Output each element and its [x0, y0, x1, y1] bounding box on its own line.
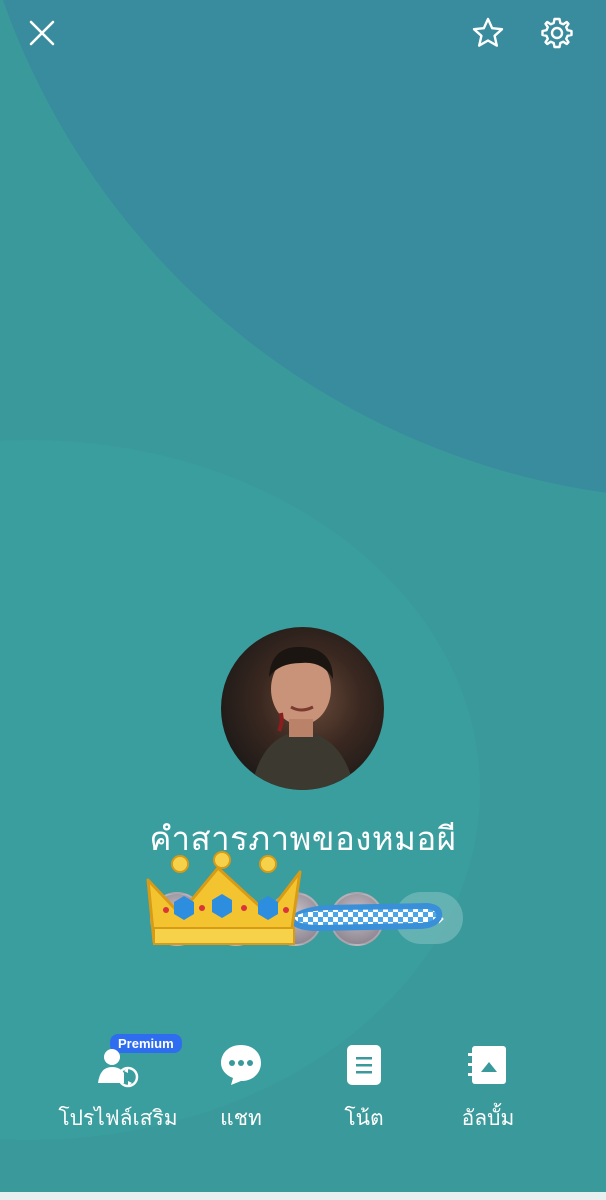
profile-background [0, 0, 606, 1200]
note-label: โน้ต [344, 1106, 384, 1130]
bottom-action-bar: โปรไฟล์เสริม แชท โน้ต อัลบั้ม [0, 1030, 606, 1140]
close-button[interactable] [20, 11, 64, 55]
gear-icon [541, 17, 573, 49]
chat-button[interactable]: แชท [171, 1030, 311, 1135]
album-label: อัลบั้ม [461, 1106, 515, 1130]
profile-avatar[interactable] [221, 627, 384, 790]
star-icon [472, 17, 504, 47]
note-icon [347, 1045, 381, 1085]
bottom-edge [0, 1192, 606, 1200]
settings-button[interactable] [535, 11, 579, 55]
crown-decoration [146, 851, 302, 945]
album-icon [468, 1046, 506, 1084]
close-icon [29, 20, 55, 46]
avatar-photo [251, 646, 355, 790]
extra-profile-button[interactable]: โปรไฟล์เสริม [48, 1030, 188, 1135]
note-button[interactable]: โน้ต [294, 1030, 434, 1135]
album-button[interactable]: อัลบั้ม [418, 1030, 558, 1135]
chat-label: แชท [220, 1106, 262, 1130]
chat-bubble-icon [221, 1045, 261, 1085]
favorite-button[interactable] [466, 11, 510, 55]
top-bar [0, 0, 606, 70]
extra-profile-label: โปรไฟล์เสริม [58, 1106, 178, 1130]
profile-switch-icon [98, 1049, 139, 1088]
background-arc [0, 0, 606, 500]
